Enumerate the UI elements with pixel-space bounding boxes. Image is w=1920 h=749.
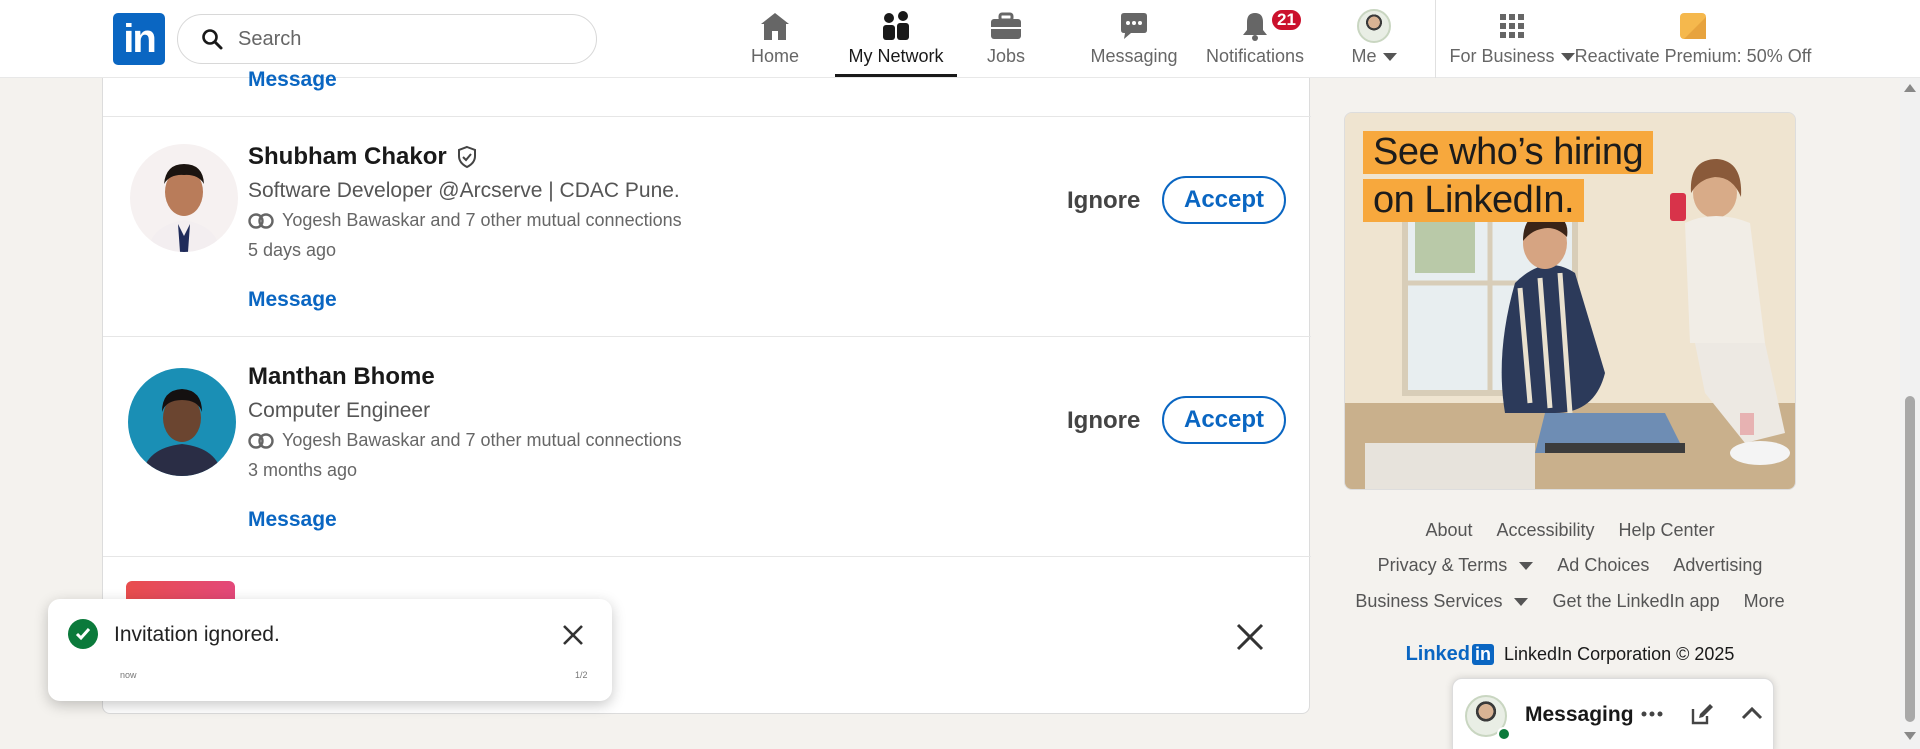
messaging-title[interactable]: Messaging: [1525, 703, 1634, 727]
linkedin-wordmark-logo: Linked in: [1405, 643, 1495, 666]
close-icon[interactable]: [1233, 620, 1267, 654]
scroll-down-arrow-icon[interactable]: [1904, 732, 1916, 740]
online-status-dot: [1497, 727, 1511, 741]
nav-notifications[interactable]: 21 Notifications: [1204, 8, 1306, 76]
divider: [103, 556, 1311, 557]
avatar: [1357, 9, 1391, 43]
invitation-name[interactable]: Manthan Bhome: [248, 363, 435, 391]
toast-time: now: [120, 670, 137, 680]
nav-messaging-label: Messaging: [1090, 46, 1178, 66]
invitation-headline: Computer Engineer: [248, 399, 431, 422]
message-link[interactable]: Message: [248, 288, 337, 312]
ignore-button[interactable]: Ignore: [1067, 407, 1140, 435]
nav-me-label: Me: [1351, 46, 1377, 66]
close-icon[interactable]: [561, 623, 585, 647]
profile-photo[interactable]: [130, 144, 238, 252]
footer-link-business-services[interactable]: Business Services: [1355, 591, 1529, 612]
copyright-text: LinkedIn Corporation © 2025: [1504, 644, 1735, 664]
footer-link-about[interactable]: About: [1425, 520, 1472, 541]
invitation-time: 5 days ago: [248, 240, 337, 260]
nav-notifications-label: Notifications: [1205, 46, 1305, 66]
more-options-icon[interactable]: [1639, 701, 1665, 727]
messaging-icon: [1121, 13, 1147, 39]
chevron-down-icon: [1560, 53, 1575, 62]
invitation-name[interactable]: Shubham Chakor: [248, 143, 447, 171]
ignore-button[interactable]: Ignore: [1067, 187, 1140, 215]
nav-home-label: Home: [750, 46, 799, 66]
scrollbar-thumb[interactable]: [1905, 396, 1915, 722]
bell-icon: [1243, 13, 1267, 41]
toast-message: Invitation ignored.: [114, 623, 280, 646]
chevron-down-icon: [1382, 53, 1397, 62]
footer-link-more[interactable]: More: [1744, 591, 1785, 612]
home-icon: [761, 13, 789, 40]
verified-shield-icon: [457, 145, 476, 169]
accept-button[interactable]: Accept: [1162, 396, 1286, 444]
promoted-ad[interactable]: See who’s hiring on LinkedIn.: [1344, 112, 1796, 490]
nav-messaging[interactable]: Messaging: [1090, 8, 1178, 76]
nav-divider: [1435, 0, 1436, 78]
notification-badge: 21: [1270, 8, 1303, 32]
search-input[interactable]: [238, 27, 558, 51]
footer-link-help-center[interactable]: Help Center: [1619, 520, 1715, 541]
linkedin-logo[interactable]: in: [113, 13, 165, 65]
ad-headline-line1: See who’s hiring: [1363, 131, 1654, 174]
divider: [103, 336, 1311, 337]
nav-jobs-label: Jobs: [986, 46, 1026, 66]
footer-link-label: Business Services: [1355, 591, 1503, 611]
footer-link-label: Privacy & Terms: [1377, 555, 1508, 575]
nav-me[interactable]: Me: [1350, 8, 1398, 76]
message-link[interactable]: Message: [248, 68, 337, 92]
footer-link-privacy-terms[interactable]: Privacy & Terms: [1378, 555, 1534, 576]
message-link[interactable]: Message: [248, 508, 337, 532]
nav-for-business-label: For Business: [1449, 46, 1555, 66]
premium-icon: [1680, 13, 1706, 39]
scroll-up-arrow-icon[interactable]: [1904, 84, 1916, 92]
ad-headline-line2: on LinkedIn.: [1363, 179, 1585, 222]
search-box[interactable]: [177, 14, 597, 64]
footer-link-ad-choices[interactable]: Ad Choices: [1557, 555, 1649, 576]
nav-jobs[interactable]: Jobs: [984, 8, 1028, 76]
profile-photo[interactable]: [128, 368, 236, 476]
mutual-connections-text[interactable]: Yogesh Bawaskar and 7 other mutual conne…: [282, 210, 682, 231]
chevron-down-icon: [1514, 597, 1529, 606]
mutual-connections-text[interactable]: Yogesh Bawaskar and 7 other mutual conne…: [282, 430, 682, 451]
logo-in: in: [1472, 644, 1495, 665]
nav-reactivate-premium[interactable]: Reactivate Premium: 50% Off: [1575, 8, 1811, 76]
toast-notification: Invitation ignored. now 1/2: [48, 599, 612, 701]
toast-count: 1/2: [575, 670, 588, 680]
chevron-down-icon: [1519, 561, 1534, 570]
compose-icon[interactable]: [1689, 701, 1715, 727]
network-icon: [883, 11, 909, 40]
success-check-icon: [68, 619, 98, 649]
page-scrollbar[interactable]: [1900, 78, 1920, 749]
chevron-up-icon[interactable]: [1739, 701, 1765, 727]
nav-my-network-label: My Network: [848, 46, 944, 66]
logo-text: Linked: [1405, 643, 1471, 665]
nav-my-network[interactable]: My Network: [835, 8, 957, 77]
accept-button[interactable]: Accept: [1162, 176, 1286, 224]
nav-for-business[interactable]: For Business: [1449, 8, 1575, 76]
messaging-overlay[interactable]: Messaging: [1452, 678, 1774, 749]
invitation-headline: Software Developer @Arcserve | CDAC Pune…: [248, 179, 680, 202]
footer-link-accessibility[interactable]: Accessibility: [1496, 520, 1594, 541]
nav-home[interactable]: Home: [748, 8, 802, 76]
footer-link-advertising[interactable]: Advertising: [1673, 555, 1762, 576]
mutual-connections-icon: [248, 212, 274, 229]
divider: [103, 116, 1311, 117]
briefcase-icon: [991, 12, 1021, 39]
invitation-time: 3 months ago: [248, 460, 358, 480]
mutual-connections-icon: [248, 432, 274, 449]
grid-icon: [1500, 14, 1524, 38]
nav-premium-label: Reactivate Premium: 50% Off: [1574, 46, 1812, 66]
top-navigation: in Home My Network Jobs Messaging 21 Not…: [0, 0, 1920, 78]
search-icon: [202, 29, 223, 50]
footer-link-get-app[interactable]: Get the LinkedIn app: [1552, 591, 1719, 612]
